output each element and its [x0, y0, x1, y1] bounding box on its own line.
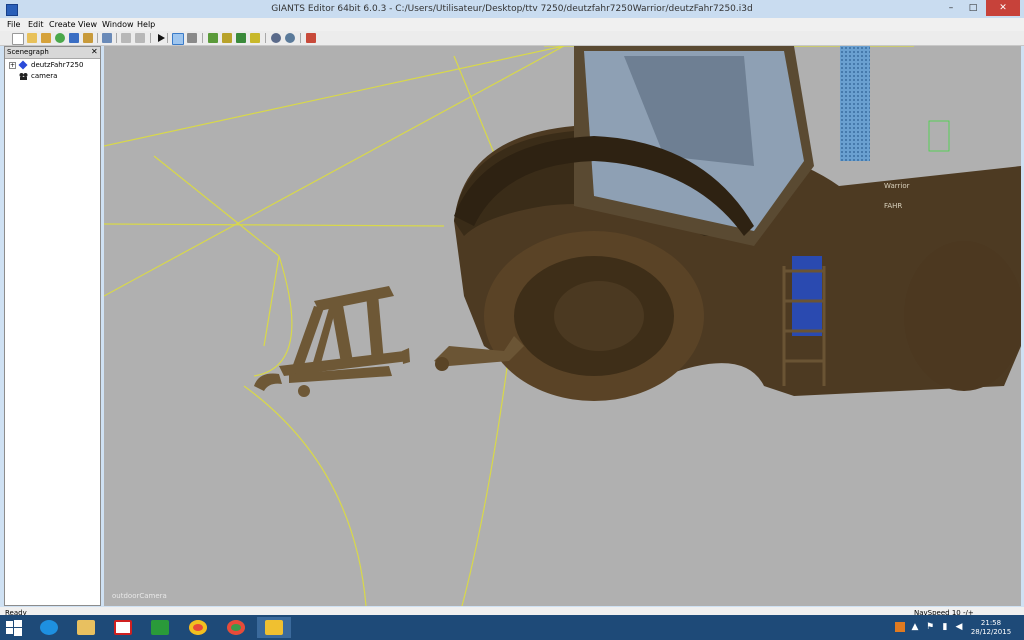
chrome-icon[interactable] [181, 617, 215, 638]
terrain-smooth-icon[interactable] [250, 33, 260, 43]
edit-icon[interactable] [41, 33, 51, 43]
nrj-radio-icon[interactable] [106, 617, 140, 638]
tree-item-label: camera [31, 72, 58, 80]
scenegraph-header: Scenegraph ✕ [5, 47, 100, 59]
menu-file[interactable]: File [7, 20, 20, 29]
scenegraph-panel: Scenegraph ✕ + deutzFahr7250 camera [4, 46, 101, 606]
show-hidden-icons-icon[interactable]: ▲ [910, 622, 920, 632]
chrome-alt-icon[interactable] [219, 617, 253, 638]
menu-bar: File Edit Create View Window Help [0, 18, 1024, 31]
export-icon[interactable] [83, 33, 93, 43]
transform-group-icon [18, 60, 28, 70]
model-decal-fahr: FAHR [884, 202, 902, 210]
refresh-icon[interactable] [55, 33, 65, 43]
toolbar-separator [97, 33, 98, 43]
record-icon[interactable] [306, 33, 316, 43]
terrain-paint-icon[interactable] [208, 33, 218, 43]
undo-icon[interactable] [121, 33, 131, 43]
scenegraph-title: Scenegraph [7, 48, 49, 56]
new-file-icon[interactable] [12, 33, 24, 45]
front-linkage-model [254, 286, 410, 397]
options-gear-icon[interactable] [285, 33, 295, 43]
toolbar-separator [150, 33, 151, 43]
terrain-sculpt-icon[interactable] [222, 33, 232, 43]
menu-edit[interactable]: Edit [28, 20, 44, 29]
internet-explorer-icon[interactable] [32, 617, 66, 638]
menu-window[interactable]: Window [102, 20, 134, 29]
store-icon[interactable] [143, 617, 177, 638]
menu-view[interactable]: View [78, 20, 97, 29]
title-bar: GIANTS Editor 64bit 6.0.3 - C:/Users/Uti… [0, 0, 1024, 18]
toolbar-separator [265, 33, 266, 43]
clock-time: 21:58 [980, 619, 1002, 627]
print-icon[interactable] [102, 33, 112, 43]
select-tool-icon[interactable] [172, 33, 184, 45]
model-decal-warrior: Warrior [884, 182, 910, 190]
volume-icon[interactable]: ◀ [954, 622, 964, 632]
close-button[interactable]: ✕ [986, 0, 1020, 16]
network-icon[interactable]: ▮ [940, 622, 950, 632]
menu-help[interactable]: Help [137, 20, 155, 29]
clock-date: 28/12/2015 [970, 628, 1012, 636]
open-file-icon[interactable] [27, 33, 37, 43]
tree-item-label: deutzFahr7250 [31, 61, 84, 69]
scenegraph-close-icon[interactable]: ✕ [91, 47, 98, 56]
giants-editor-icon[interactable] [257, 617, 291, 638]
window-title: GIANTS Editor 64bit 6.0.3 - C:/Users/Uti… [271, 4, 753, 14]
scene-node-camera[interactable]: camera [7, 71, 99, 81]
viewport-scene: Warrior FAHR [104, 46, 1021, 606]
toolbar-separator [300, 33, 301, 43]
taskbar: ▲ ⚑ ▮ ◀ 21:58 28/12/2015 [0, 615, 1024, 640]
play-icon[interactable] [156, 33, 166, 43]
camera-icon [19, 72, 28, 80]
notification-alert-icon[interactable] [895, 622, 905, 632]
windows-start-icon[interactable] [6, 620, 22, 636]
toolbar-separator [116, 33, 117, 43]
expand-icon[interactable]: + [9, 62, 16, 69]
3d-viewport[interactable]: Warrior FAHR outdoorCamera [104, 46, 1021, 606]
save-icon[interactable] [69, 33, 79, 43]
toolbar-separator [202, 33, 203, 43]
action-center-icon[interactable]: ⚑ [925, 622, 935, 632]
tractor-model [434, 46, 1021, 401]
minimize-button[interactable]: – [940, 0, 962, 16]
settings-gear-icon[interactable] [271, 33, 281, 43]
redo-icon[interactable] [135, 33, 145, 43]
taskbar-clock[interactable]: 21:58 28/12/2015 [967, 619, 1015, 637]
foliage-paint-icon[interactable] [236, 33, 246, 43]
scene-node-deutzfahr7250[interactable]: + deutzFahr7250 [7, 60, 99, 70]
maximize-button[interactable]: □ [962, 0, 984, 16]
move-tool-icon[interactable] [187, 33, 197, 43]
toolbar-separator [167, 33, 168, 43]
file-explorer-icon[interactable] [69, 617, 103, 638]
menu-create[interactable]: Create [49, 20, 76, 29]
toolbar [0, 31, 1024, 46]
active-camera-label: outdoorCamera [112, 592, 167, 600]
